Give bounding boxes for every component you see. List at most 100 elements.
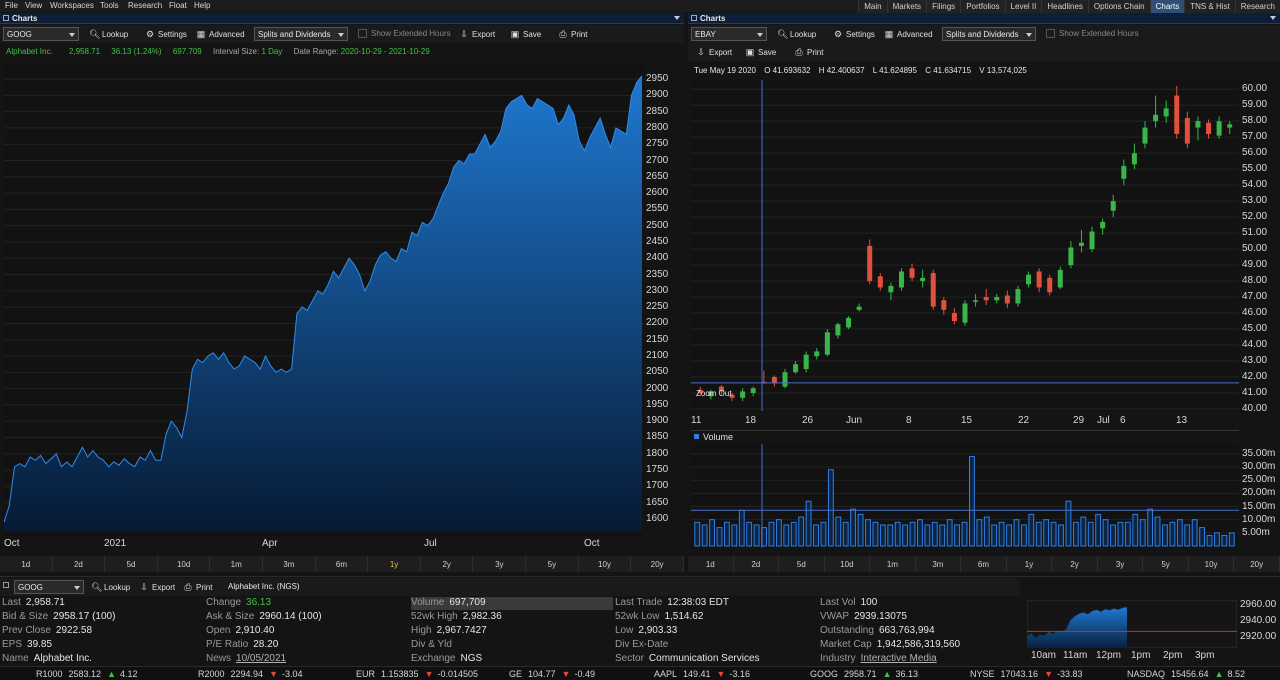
nav-tab-main[interactable]: Main — [858, 0, 887, 13]
panel-menu-icon[interactable] — [674, 16, 680, 20]
left-interval: 1 Day — [261, 47, 283, 56]
right-range-2d[interactable]: 2d — [734, 556, 780, 572]
left-range-3y[interactable]: 3y — [473, 556, 527, 572]
y-tick-label: 44.00 — [1242, 339, 1268, 351]
left-symbol-input[interactable]: GOOG — [3, 27, 79, 41]
right-symbol-input[interactable]: EBAY — [691, 27, 767, 41]
ticker-item[interactable]: GE 104.77 ▼ -0.49 — [509, 669, 595, 679]
quote-label: Prev Close — [2, 625, 51, 636]
left-range-10d[interactable]: 10d — [158, 556, 211, 572]
left-export-button[interactable]: ⇩ Export — [459, 29, 495, 40]
menu-research[interactable]: Research — [128, 1, 162, 10]
right-save-button[interactable]: ▣ Save — [745, 47, 777, 58]
quote-export-button[interactable]: ⇩ Export — [139, 582, 175, 593]
menu-view[interactable]: View — [25, 1, 42, 10]
ticker-price: 15456.64 — [1171, 669, 1209, 679]
quote-print-button[interactable]: ⎙ Print — [183, 582, 212, 593]
menu-tools[interactable]: Tools — [100, 1, 119, 10]
left-range-1d[interactable]: 1d — [0, 556, 53, 572]
nav-tab-tns-hist[interactable]: TNS & Hist — [1184, 0, 1235, 13]
ticker-item[interactable]: NASDAQ 15456.64 ▲ 8.52 — [1127, 669, 1245, 679]
right-range-3y[interactable]: 3y — [1098, 556, 1144, 572]
menu-workspaces[interactable]: Workspaces — [50, 1, 94, 10]
ebay-candlestick-chart[interactable] — [691, 80, 1239, 411]
collapse-icon[interactable] — [3, 582, 9, 588]
menu-float[interactable]: Float — [169, 1, 187, 10]
ticker-item[interactable]: AAPL 149.41 ▼ -3.16 — [654, 669, 750, 679]
quote-link[interactable]: Interactive Media — [861, 653, 937, 664]
right-panel-title: Charts — [700, 14, 726, 23]
left-range-3m[interactable]: 3m — [263, 556, 316, 572]
menu-file[interactable]: File — [5, 1, 18, 10]
quote-value: 2958.17 (100) — [53, 611, 116, 622]
right-export-button[interactable]: ⇩ Export — [696, 47, 732, 58]
right-extended-hours-checkbox[interactable]: Show Extended Hours — [1046, 29, 1139, 38]
right-range-1m[interactable]: 1m — [870, 556, 916, 572]
left-range-5d[interactable]: 5d — [105, 556, 158, 572]
nav-tab-options-chain[interactable]: Options Chain — [1087, 0, 1150, 13]
right-range-1y[interactable]: 1y — [1007, 556, 1053, 572]
quote-label: Change — [206, 597, 242, 608]
nav-tab-headlines[interactable]: Headlines — [1041, 0, 1088, 13]
left-range-5y[interactable]: 5y — [526, 556, 579, 572]
ticker-item[interactable]: NYSE 17043.16 ▼ -33.83 — [970, 669, 1083, 679]
left-range-10y[interactable]: 10y — [579, 556, 632, 572]
left-range-20y[interactable]: 20y — [631, 556, 684, 572]
left-range-1m[interactable]: 1m — [210, 556, 264, 572]
quote-symbol-input[interactable]: GOOG — [14, 580, 84, 594]
nav-tab-level-ii[interactable]: Level II — [1004, 0, 1042, 13]
right-range-10y[interactable]: 10y — [1189, 556, 1235, 572]
volume-y-tick-label: 10.00m — [1242, 513, 1276, 525]
left-lookup-button[interactable]: 🔍︎ Lookup — [89, 29, 128, 40]
left-range-6m[interactable]: 6m — [316, 556, 369, 572]
quote-value: 2960.14 (100) — [259, 611, 322, 622]
quote-label: Market Cap — [820, 639, 872, 650]
ticker-item[interactable]: R1000 2583.12 ▲ 4.12 — [36, 669, 138, 679]
quote-lookup-button[interactable]: 🔍︎ Lookup — [91, 582, 130, 593]
candle-body — [1036, 271, 1042, 288]
right-settings-button[interactable]: ⚙ Settings — [833, 29, 875, 40]
ebay-volume-chart[interactable] — [691, 444, 1239, 548]
right-range-1d[interactable]: 1d — [688, 556, 734, 572]
volume-bar — [909, 521, 916, 547]
left-extended-hours-checkbox[interactable]: Show Extended Hours — [358, 29, 451, 38]
nav-tab-markets[interactable]: Markets — [886, 0, 927, 13]
panel-menu-icon[interactable] — [1270, 16, 1276, 20]
left-splits-select[interactable]: Splits and Dividends — [254, 27, 348, 41]
volume-bar — [1087, 521, 1094, 547]
nav-tab-charts[interactable]: Charts — [1149, 0, 1185, 13]
nav-tab-filings[interactable]: Filings — [926, 0, 961, 13]
left-save-button[interactable]: ▣ Save — [510, 29, 542, 40]
right-range-3m[interactable]: 3m — [916, 556, 962, 572]
left-advanced-button[interactable]: ▦ Advanced — [196, 29, 245, 40]
menu-help[interactable]: Help — [194, 1, 210, 10]
volume-bar — [998, 521, 1005, 547]
y-tick-label: 2800 — [646, 121, 669, 133]
right-range-2y[interactable]: 2y — [1052, 556, 1098, 572]
ticker-item[interactable]: EUR 1.153835 ▼ -0.014505 — [356, 669, 478, 679]
left-print-button[interactable]: ⎙ Print — [558, 29, 587, 40]
right-advanced-button[interactable]: ▦ Advanced — [884, 29, 933, 40]
goog-area-chart[interactable] — [4, 62, 644, 536]
zoom-out-button[interactable]: Zoom Out — [696, 389, 732, 398]
quote-row: Name Alphabet Inc. — [2, 653, 92, 666]
nav-tab-portfolios[interactable]: Portfolios — [960, 0, 1005, 13]
left-range-2d[interactable]: 2d — [53, 556, 106, 572]
right-range-5y[interactable]: 5y — [1143, 556, 1189, 572]
right-lookup-button[interactable]: 🔍︎ Lookup — [777, 29, 816, 40]
right-range-20y[interactable]: 20y — [1234, 556, 1280, 572]
ticker-item[interactable]: GOOG 2958.71 ▲ 36.13 — [810, 669, 918, 679]
nav-tab-research[interactable]: Research — [1234, 0, 1280, 13]
right-range-6m[interactable]: 6m — [961, 556, 1007, 572]
volume-bar — [1028, 513, 1035, 547]
right-print-button[interactable]: ⎙ Print — [794, 47, 823, 58]
quote-link[interactable]: 10/05/2021 — [236, 653, 286, 664]
left-range-2y[interactable]: 2y — [421, 556, 474, 572]
right-range-5d[interactable]: 5d — [779, 556, 825, 572]
right-toolbar-2: ⇩ Export ▣ Save ⎙ Print — [688, 43, 1280, 61]
right-splits-select[interactable]: Splits and Dividends — [942, 27, 1036, 41]
ticker-item[interactable]: R2000 2294.94 ▼ -3.04 — [198, 669, 303, 679]
left-settings-button[interactable]: ⚙ Settings — [145, 29, 187, 40]
right-range-10d[interactable]: 10d — [825, 556, 871, 572]
left-range-1y[interactable]: 1y — [368, 556, 421, 572]
